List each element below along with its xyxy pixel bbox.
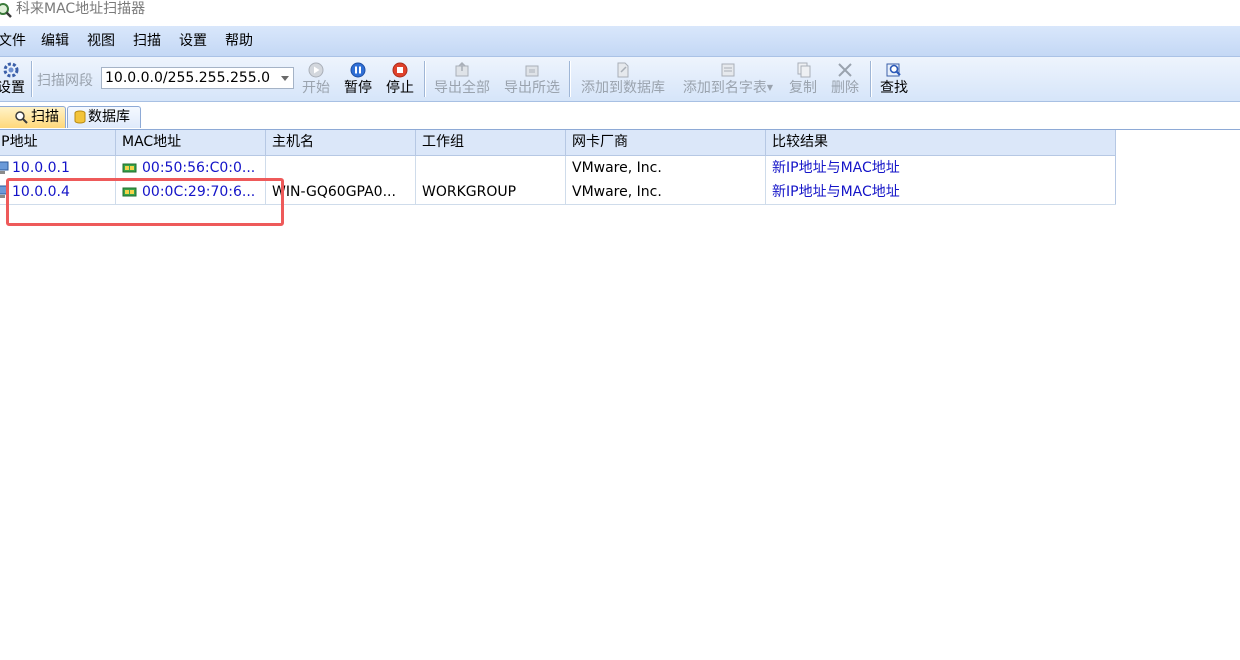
network-card-icon: [122, 163, 137, 173]
chevron-down-icon[interactable]: [281, 76, 289, 81]
find-icon: [886, 63, 901, 77]
table-header: IP地址 MAC地址 主机名 工作组 网卡厂商 比较结果: [0, 130, 1116, 156]
tab-scan[interactable]: 扫描: [0, 106, 66, 128]
highlight-annotation: [6, 178, 284, 226]
stop-icon: [392, 62, 408, 78]
export-icon: [455, 61, 469, 77]
menu-edit[interactable]: 编辑: [41, 32, 69, 50]
add-to-names-button[interactable]: 添加到名字表▼: [678, 57, 778, 101]
menu-scan[interactable]: 扫描: [133, 32, 161, 50]
database-icon: [74, 110, 86, 124]
cell-hostname: [266, 156, 416, 180]
cell-hostname: WIN-GQ60GPA0...: [266, 180, 416, 204]
menu-help[interactable]: 帮助: [225, 32, 253, 50]
stop-button[interactable]: 停止: [383, 57, 417, 101]
scan-range-label: 扫描网段: [37, 73, 93, 89]
cell-mac: 00:50:56:C0:0...: [116, 156, 266, 180]
find-button[interactable]: 查找: [877, 57, 911, 101]
add-to-database-button[interactable]: 添加到数据库: [576, 57, 670, 101]
gear-icon: [3, 62, 19, 78]
column-header-hostname[interactable]: 主机名: [266, 130, 416, 155]
title-bar: 科来MAC地址扫描器: [0, 0, 1240, 26]
tab-database[interactable]: 数据库: [67, 106, 141, 128]
copy-button[interactable]: 复制: [786, 57, 820, 101]
column-header-result[interactable]: 比较结果: [766, 130, 1116, 155]
column-header-workgroup[interactable]: 工作组: [416, 130, 566, 155]
export-all-button[interactable]: 导出全部: [430, 57, 494, 101]
settings-button[interactable]: 设置: [0, 57, 28, 101]
window-title: 科来MAC地址扫描器: [16, 1, 146, 17]
pause-button[interactable]: 暂停: [341, 57, 375, 101]
menu-settings[interactable]: 设置: [179, 32, 207, 50]
tab-strip: 扫描 数据库: [0, 102, 1240, 130]
cell-result: 新IP地址与MAC地址: [766, 180, 1116, 204]
column-header-ip[interactable]: IP地址: [0, 130, 116, 155]
scan-range-combobox[interactable]: 10.0.0.0/255.255.255.0: [101, 67, 294, 89]
cell-workgroup: [416, 156, 566, 180]
toolbar: 设置 扫描网段 10.0.0.0/255.255.255.0 开始 暂停 停止: [0, 57, 1240, 102]
cell-workgroup: WORKGROUP: [416, 180, 566, 204]
menu-view[interactable]: 视图: [87, 32, 115, 50]
close-icon: [838, 63, 852, 77]
column-header-vendor[interactable]: 网卡厂商: [566, 130, 766, 155]
cell-vendor: VMware, Inc.: [566, 156, 766, 180]
cell-result: 新IP地址与MAC地址: [766, 156, 1116, 180]
copy-icon: [797, 62, 811, 78]
column-header-mac[interactable]: MAC地址: [116, 130, 266, 155]
play-icon: [308, 62, 324, 78]
name-list-icon: [721, 63, 735, 77]
export-selected-button[interactable]: 导出所选: [500, 57, 564, 101]
toolbar-separator: [424, 61, 425, 97]
pause-icon: [350, 62, 366, 78]
computer-icon: [0, 161, 9, 174]
export-selected-icon: [525, 65, 539, 77]
cell-ip: 10.0.0.1: [0, 156, 116, 180]
cell-vendor: VMware, Inc.: [566, 180, 766, 204]
menu-bar: 文件 编辑 视图 扫描 设置 帮助: [0, 26, 1240, 57]
menu-file[interactable]: 文件: [0, 32, 26, 50]
start-button[interactable]: 开始: [299, 57, 333, 101]
toolbar-separator: [569, 61, 570, 97]
toolbar-separator: [31, 61, 32, 97]
toolbar-separator: [870, 61, 871, 97]
search-icon: [15, 111, 28, 124]
add-document-icon: [617, 62, 629, 78]
dropdown-arrow-icon: ▼: [766, 83, 774, 92]
delete-button[interactable]: 删除: [828, 57, 862, 101]
magnifier-network-icon: [0, 3, 12, 18]
